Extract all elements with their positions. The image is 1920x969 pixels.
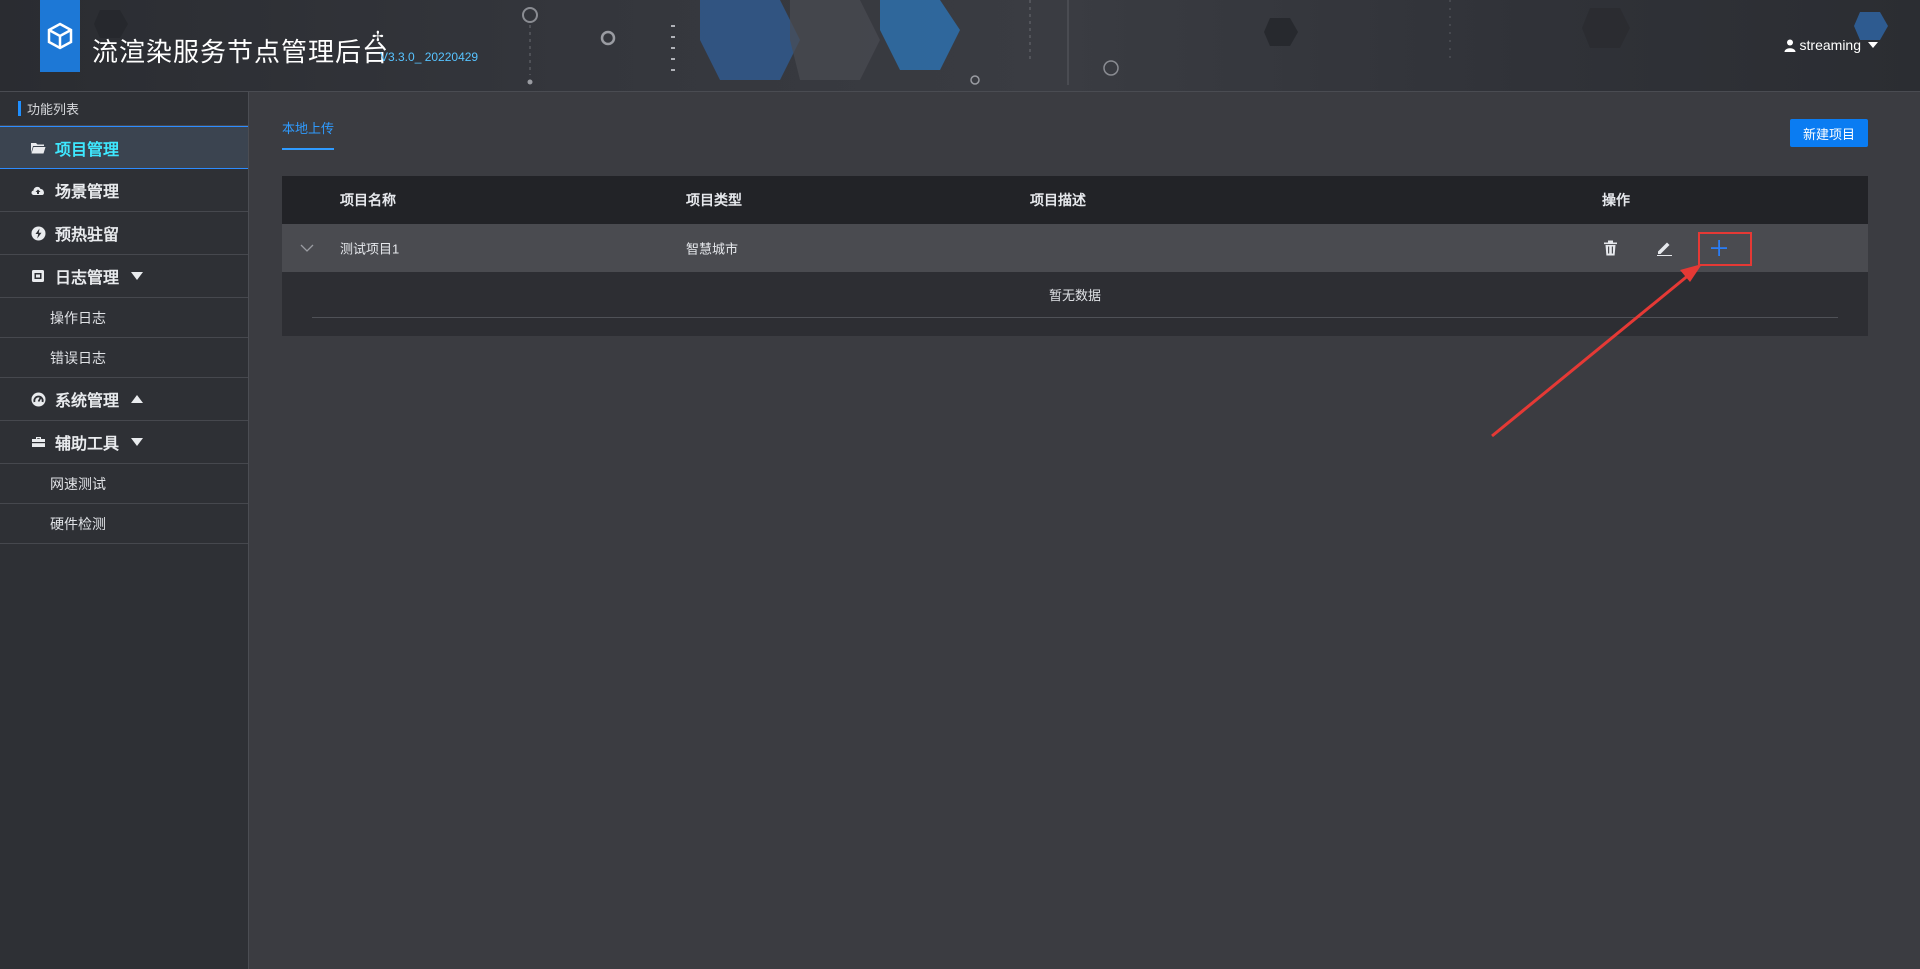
caret-down-icon — [131, 438, 144, 446]
toolbox-icon — [30, 434, 46, 450]
add-icon-highlight-box — [1698, 232, 1752, 266]
sidebar-item-log-management[interactable]: 日志管理 — [0, 255, 248, 298]
app-title: 流渲染服务节点管理后台 — [92, 38, 390, 68]
chevron-down-icon — [1868, 42, 1878, 48]
edit-icon[interactable] — [1656, 240, 1673, 256]
sidebar-caption: 功能列表 — [0, 92, 248, 126]
cell-project-type: 智慧城市 — [686, 241, 739, 257]
project-table: 项目名称 项目类型 项目描述 操作 测试项目1 智慧城市 暂无数据 — [282, 176, 1868, 336]
tab-local-upload[interactable]: 本地上传 — [282, 118, 335, 150]
sidebar-subitem-operation-log[interactable]: 操作日志 — [0, 298, 248, 338]
sidebar-item-label: 项目管理 — [55, 141, 120, 159]
sidebar-item-scene-management[interactable]: 场景管理 — [0, 169, 248, 212]
cell-project-name: 测试项目1 — [340, 241, 400, 257]
user-icon — [1784, 39, 1796, 52]
top-header: 流渲染服务节点管理后台 ✢ V3.3.0_ 20220429 streaming — [0, 0, 1920, 92]
folder-open-icon — [30, 140, 46, 156]
bolt-circle-icon — [30, 225, 46, 241]
sidebar-item-label: 场景管理 — [55, 184, 120, 201]
app-version: V3.3.0_ 20220429 — [380, 50, 479, 64]
column-header-actions: 操作 — [1602, 192, 1630, 208]
empty-data-row: 暂无数据 — [312, 272, 1838, 318]
sidebar-subitem-hardware-check[interactable]: 硬件检测 — [0, 504, 248, 544]
delete-icon[interactable] — [1604, 240, 1617, 256]
sidebar-item-label: 系统管理 — [55, 393, 120, 410]
table-header: 项目名称 项目类型 项目描述 操作 — [282, 176, 1868, 224]
sparkle-icon: ✢ — [372, 28, 384, 44]
sidebar-subitem-error-log[interactable]: 错误日志 — [0, 338, 248, 378]
cloud-upload-icon — [30, 182, 46, 198]
table-row: 测试项目1 智慧城市 — [282, 224, 1868, 272]
username: streaming — [1799, 37, 1861, 53]
column-header-type: 项目类型 — [686, 192, 742, 208]
expand-chevron-icon[interactable] — [300, 244, 314, 252]
sidebar-item-preheat[interactable]: 预热驻留 — [0, 212, 248, 255]
app-logo — [40, 0, 80, 72]
column-header-name: 项目名称 — [340, 192, 396, 208]
sidebar-item-label: 预热驻留 — [55, 227, 120, 244]
sidebar-subitem-speed-test[interactable]: 网速测试 — [0, 464, 248, 504]
new-project-button[interactable]: 新建项目 — [1790, 119, 1868, 147]
caret-down-icon — [131, 272, 144, 280]
user-menu[interactable]: streaming — [1784, 37, 1878, 53]
log-box-icon — [30, 268, 46, 284]
caret-up-icon — [131, 395, 144, 403]
column-header-description: 项目描述 — [1030, 192, 1086, 208]
logo-cube-icon — [47, 22, 73, 50]
caption-bar — [18, 101, 21, 116]
sidebar-caption-label: 功能列表 — [27, 102, 80, 117]
sidebar-item-auxiliary-tools[interactable]: 辅助工具 — [0, 421, 248, 464]
sidebar-item-project-management[interactable]: 项目管理 — [0, 126, 248, 169]
sidebar: 功能列表 项目管理 场景管理 预热驻留 日志管理 操作日志 错误日志 系统管理 — [0, 92, 249, 969]
gauge-icon — [30, 391, 46, 407]
sidebar-item-label: 日志管理 — [55, 270, 120, 287]
sidebar-item-label: 辅助工具 — [55, 436, 120, 453]
sidebar-item-system-management[interactable]: 系统管理 — [0, 378, 248, 421]
